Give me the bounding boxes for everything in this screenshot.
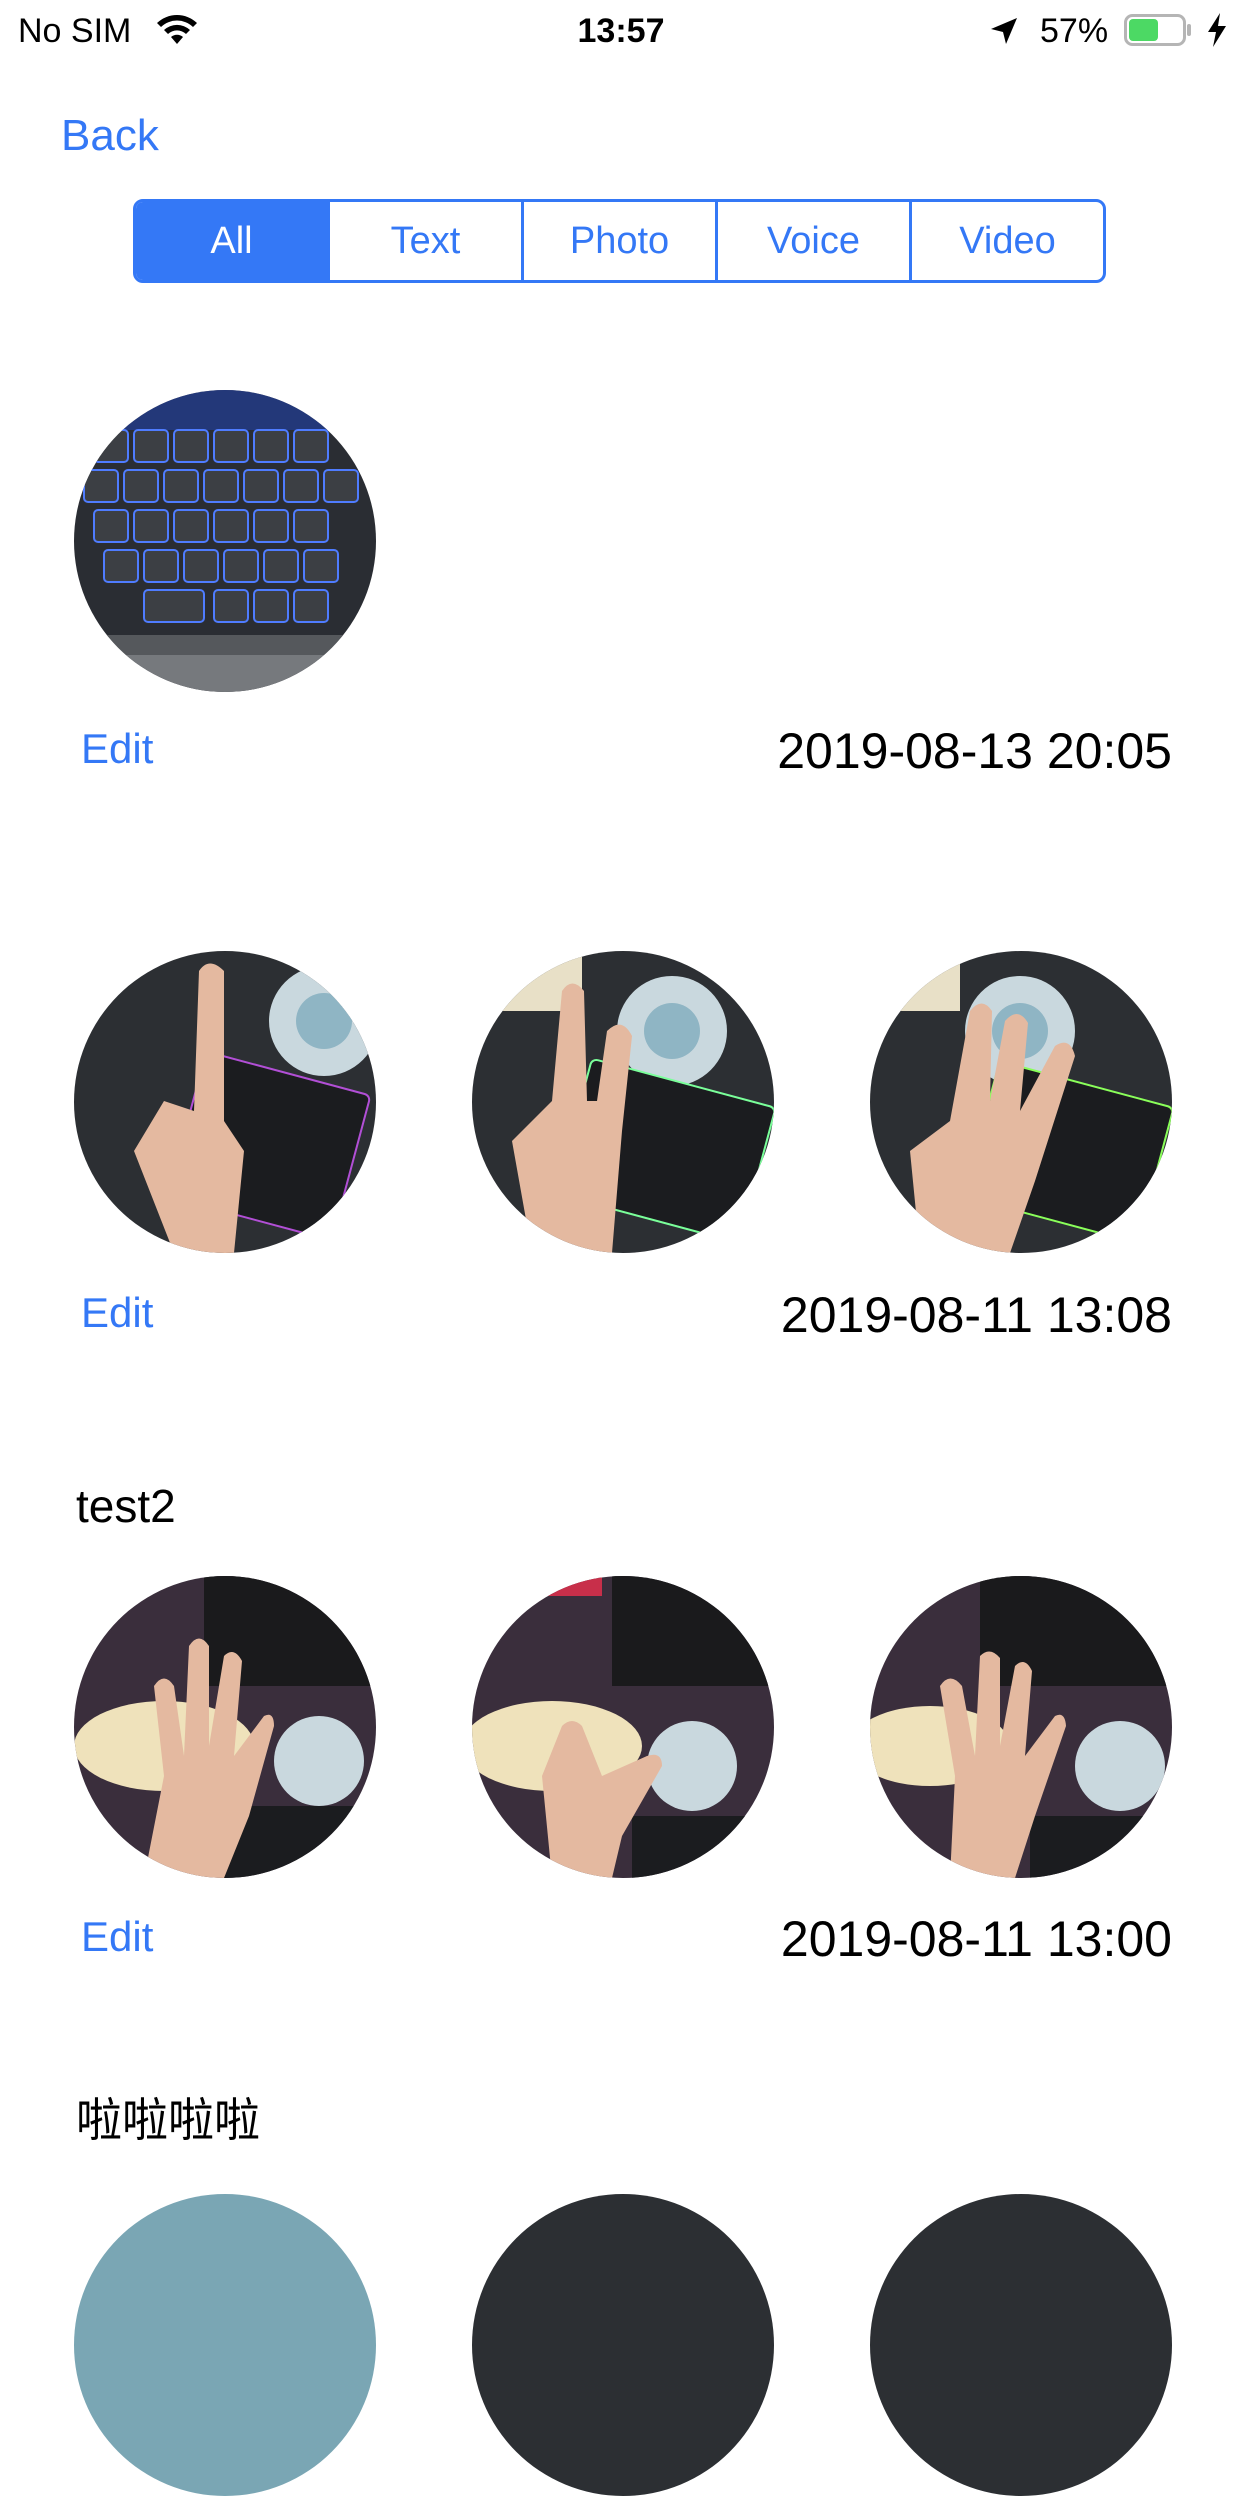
segment-all[interactable]: All <box>136 202 327 280</box>
segment-voice[interactable]: Voice <box>715 202 909 280</box>
edit-button[interactable]: Edit <box>81 724 153 774</box>
status-bar: No SIM 13:57 57% <box>0 0 1242 62</box>
location-arrow-icon <box>988 15 1020 47</box>
entry-timestamp: 2019-08-11 13:00 <box>780 1911 1172 1967</box>
two-fingers-photo-thumbnail[interactable] <box>472 951 774 1253</box>
segment-video[interactable]: Video <box>909 202 1103 280</box>
pointing-hand-photo-thumbnail[interactable] <box>472 1576 774 1878</box>
entry-timestamp: 2019-08-11 13:08 <box>780 1287 1172 1343</box>
segment-text[interactable]: Text <box>327 202 521 280</box>
battery-fill <box>1129 19 1158 41</box>
segment-photo[interactable]: Photo <box>521 202 715 280</box>
one-finger-photo-thumbnail[interactable] <box>74 951 376 1253</box>
photo-thumbnail[interactable] <box>472 2194 774 2496</box>
filter-segmented-control: All Text Photo Voice Video <box>133 199 1106 283</box>
spread-hand-photo-thumbnail[interactable] <box>870 1576 1172 1878</box>
photo-thumbnail[interactable] <box>870 2194 1172 2496</box>
charging-bolt-icon <box>1206 12 1228 48</box>
keyboard-photo-thumbnail[interactable] <box>74 390 376 692</box>
photo-thumbnail[interactable] <box>74 2194 376 2496</box>
entry-text: test2 <box>76 1480 176 1532</box>
back-button[interactable]: Back <box>61 110 159 162</box>
entry-text: 啦啦啦啦 <box>76 2094 260 2146</box>
battery-icon <box>1124 14 1192 46</box>
three-fingers-photo-thumbnail[interactable] <box>870 951 1172 1253</box>
edit-button[interactable]: Edit <box>81 1912 153 1962</box>
entry-timestamp: 2019-08-13 20:05 <box>777 723 1172 779</box>
open-hand-photo-thumbnail[interactable] <box>74 1576 376 1878</box>
battery-percent-label: 57% <box>1040 12 1109 50</box>
edit-button[interactable]: Edit <box>81 1288 153 1338</box>
